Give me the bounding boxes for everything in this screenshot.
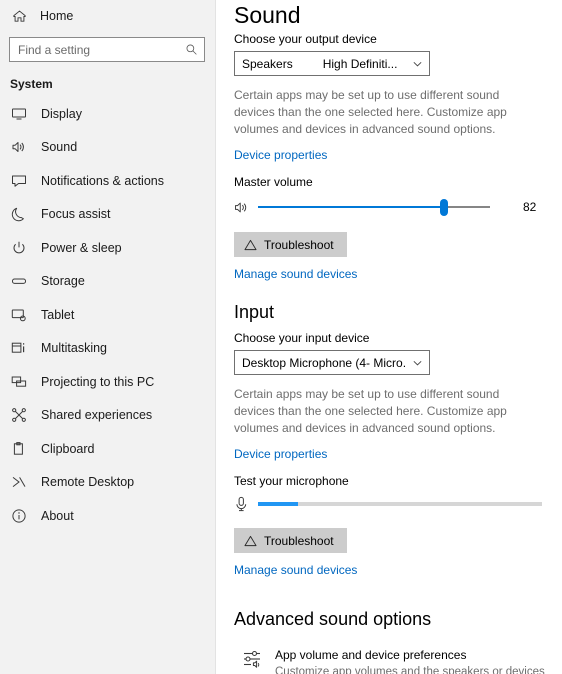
app-volume-preferences-item[interactable]: App volume and device preferences Custom… [234,647,562,674]
info-icon [10,507,28,525]
app-volume-title: App volume and device preferences [275,648,467,662]
sidebar-item-label: Focus assist [41,207,111,222]
input-heading: Input [234,302,275,322]
sidebar-item-clipboard[interactable]: Clipboard [0,432,215,466]
sidebar-item-label: Display [41,106,82,121]
monitor-icon [10,105,28,123]
chevron-down-icon [412,58,423,69]
power-icon [10,239,28,257]
projecting-icon [10,373,28,391]
share-icon [10,406,28,424]
advanced-heading: Advanced sound options [234,609,432,629]
input-device-value: Desktop Microphone (4- Micro... [242,355,407,370]
sidebar-item-about[interactable]: About [0,499,215,533]
microphone-icon [234,495,254,513]
advanced-sound-options-section: Advanced sound options App volume and de… [234,607,562,674]
notification-icon [10,172,28,190]
speaker-icon [10,138,28,156]
sidebar-item-label: Multitasking [41,341,107,356]
warning-triangle-icon [244,238,257,251]
slider-thumb[interactable] [439,199,448,216]
sidebar-item-tablet[interactable]: Tablet [0,298,215,332]
test-microphone-label: Test your microphone [234,474,349,488]
settings-sidebar: Home System [0,0,216,674]
master-volume-slider[interactable] [258,197,490,217]
search-input[interactable] [10,38,204,61]
microphone-level-bar [258,502,542,506]
output-device-properties-link[interactable]: Device properties [234,148,327,162]
sound-section: Sound Choose your output device Speakers… [234,0,562,281]
app-volume-text-block: App volume and device preferences Custom… [275,647,562,674]
input-troubleshoot-button[interactable]: Troubleshoot [234,528,347,553]
page-title: Sound [234,2,301,28]
sidebar-item-label: Storage [41,274,85,289]
speaker-volume-icon[interactable] [234,198,254,216]
app-volume-subtitle: Customize app volumes and the speakers o… [275,666,545,674]
sidebar-item-label: Power & sleep [41,240,122,255]
sidebar-item-power-sleep[interactable]: Power & sleep [0,231,215,265]
output-troubleshoot-label: Troubleshoot [264,237,334,252]
slider-fill [258,206,444,208]
output-helper-text: Certain apps may be set up to use differ… [234,88,507,136]
master-volume-value: 82 [523,200,537,214]
sidebar-group-title: System [10,77,53,91]
storage-icon [10,272,28,290]
sidebar-home-label: Home [40,9,74,23]
output-device-value: Speakers High Definiti... [242,56,398,71]
input-troubleshoot-label: Troubleshoot [264,533,334,548]
input-device-properties-link[interactable]: Device properties [234,447,327,461]
home-icon [10,7,28,25]
sidebar-item-label: Remote Desktop [41,475,135,490]
sidebar-item-display[interactable]: Display [0,97,215,131]
input-manage-sound-devices-link[interactable]: Manage sound devices [234,563,357,577]
sidebar-item-multitasking[interactable]: Multitasking [0,332,215,366]
sidebar-item-label: Sound [41,140,78,155]
sidebar-item-remote-desktop[interactable]: Remote Desktop [0,466,215,500]
sidebar-item-notifications[interactable]: Notifications & actions [0,164,215,198]
input-helper-text: Certain apps may be set up to use differ… [234,387,507,435]
sidebar-item-label: Notifications & actions [41,173,164,188]
sidebar-item-sound[interactable]: Sound [0,131,215,165]
output-device-dropdown[interactable]: Speakers High Definiti... [234,51,430,76]
sidebar-item-label: Tablet [41,307,75,322]
search-container [9,37,205,62]
tablet-icon [10,306,28,324]
clipboard-icon [10,440,28,458]
multitasking-icon [10,339,28,357]
settings-window: Home System [0,0,562,674]
chevron-down-icon [412,357,423,368]
sidebar-nav-list: Display Sound Notifications & actions Fo… [0,97,215,533]
sidebar-item-projecting[interactable]: Projecting to this PC [0,365,215,399]
master-volume-row: 82 [234,195,562,219]
remote-desktop-icon [10,473,28,491]
microphone-level-fill [258,502,298,506]
sidebar-item-label: Clipboard [41,441,95,456]
moon-icon [10,205,28,223]
settings-content: Sound Choose your output device Speakers… [216,0,562,674]
output-device-label: Choose your output device [234,32,377,46]
master-volume-label: Master volume [234,175,313,189]
search-box[interactable] [9,37,205,62]
sidebar-item-focus-assist[interactable]: Focus assist [0,198,215,232]
input-device-label: Choose your input device [234,331,370,345]
sidebar-item-shared-experiences[interactable]: Shared experiences [0,399,215,433]
sidebar-item-label: About [41,508,74,523]
input-device-dropdown[interactable]: Desktop Microphone (4- Micro... [234,350,430,375]
output-manage-sound-devices-link[interactable]: Manage sound devices [234,267,357,281]
app-volume-mixer-icon [242,648,264,670]
warning-triangle-icon [244,534,257,547]
sidebar-item-label: Shared experiences [41,408,153,423]
input-section: Input Choose your input device Desktop M… [234,300,562,577]
output-troubleshoot-button[interactable]: Troubleshoot [234,232,347,257]
search-icon[interactable] [184,43,198,57]
sidebar-item-storage[interactable]: Storage [0,265,215,299]
sidebar-item-label: Projecting to this PC [41,374,155,389]
microphone-level-row [234,493,562,515]
sidebar-item-home[interactable]: Home [0,2,215,30]
